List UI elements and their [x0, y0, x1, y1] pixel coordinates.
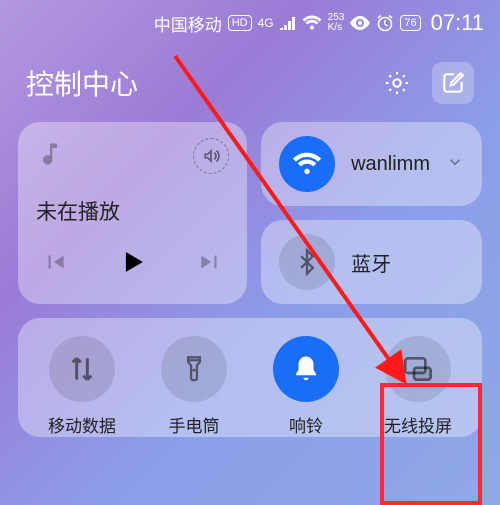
toggle-mobile-data[interactable]: 移动数据	[32, 336, 132, 437]
bluetooth-tile[interactable]: 蓝牙	[261, 220, 482, 304]
chevron-down-icon	[446, 153, 464, 171]
bluetooth-icon	[293, 248, 321, 276]
flashlight-icon	[180, 355, 208, 383]
page-title: 控制中心	[26, 63, 362, 103]
quick-toggles-card: 移动数据 手电筒 响铃 无线投屏	[18, 318, 482, 437]
control-center-header: 控制中心	[0, 40, 500, 122]
clock: 07:11	[431, 10, 484, 36]
carrier-label: 中国移动	[154, 11, 222, 36]
play-icon	[116, 245, 150, 279]
edit-button[interactable]	[432, 62, 474, 104]
wifi-ssid: wanlimm	[351, 153, 430, 176]
bell-icon	[291, 354, 321, 384]
wifi-expand[interactable]	[446, 153, 464, 176]
gear-icon	[383, 69, 411, 97]
toggle-ringer[interactable]: 响铃	[256, 336, 356, 437]
toggle-label: 响铃	[289, 412, 323, 437]
toggle-label: 手电筒	[169, 412, 220, 437]
alarm-icon	[376, 14, 394, 32]
net-speed: 253K/s	[328, 13, 345, 33]
cast-icon	[402, 353, 434, 385]
mobile-data-icon	[66, 353, 98, 385]
eye-icon	[350, 16, 370, 30]
toggle-label: 无线投屏	[384, 412, 452, 437]
bluetooth-label: 蓝牙	[351, 248, 391, 277]
music-note-icon	[36, 140, 64, 173]
wifi-tile[interactable]: wanlimm	[261, 122, 482, 206]
edit-icon	[440, 70, 466, 96]
prev-track-button[interactable]	[42, 249, 68, 280]
status-bar: 中国移动 HD 4G 253K/s 76 07:11	[0, 0, 500, 40]
next-track-button[interactable]	[197, 249, 223, 280]
battery-badge: 76	[400, 15, 420, 31]
hd-badge: HD	[228, 15, 252, 31]
skip-next-icon	[197, 249, 223, 275]
toggle-wireless-cast[interactable]: 无线投屏	[368, 336, 468, 437]
network-gen: 4G	[258, 16, 274, 30]
play-button[interactable]	[116, 245, 150, 284]
toggle-label: 移动数据	[48, 412, 116, 437]
signal-icon	[280, 16, 296, 30]
cast-target-button[interactable]	[193, 138, 229, 174]
audio-output-icon	[201, 146, 221, 166]
settings-button[interactable]	[376, 62, 418, 104]
toggle-flashlight[interactable]: 手电筒	[144, 336, 244, 437]
music-card[interactable]: 未在播放	[18, 122, 247, 304]
wifi-status-icon	[302, 15, 322, 31]
music-status: 未在播放	[36, 196, 229, 226]
skip-prev-icon	[42, 249, 68, 275]
wifi-icon-circle	[279, 136, 335, 192]
wifi-icon	[291, 148, 323, 180]
bluetooth-icon-circle	[279, 234, 335, 290]
